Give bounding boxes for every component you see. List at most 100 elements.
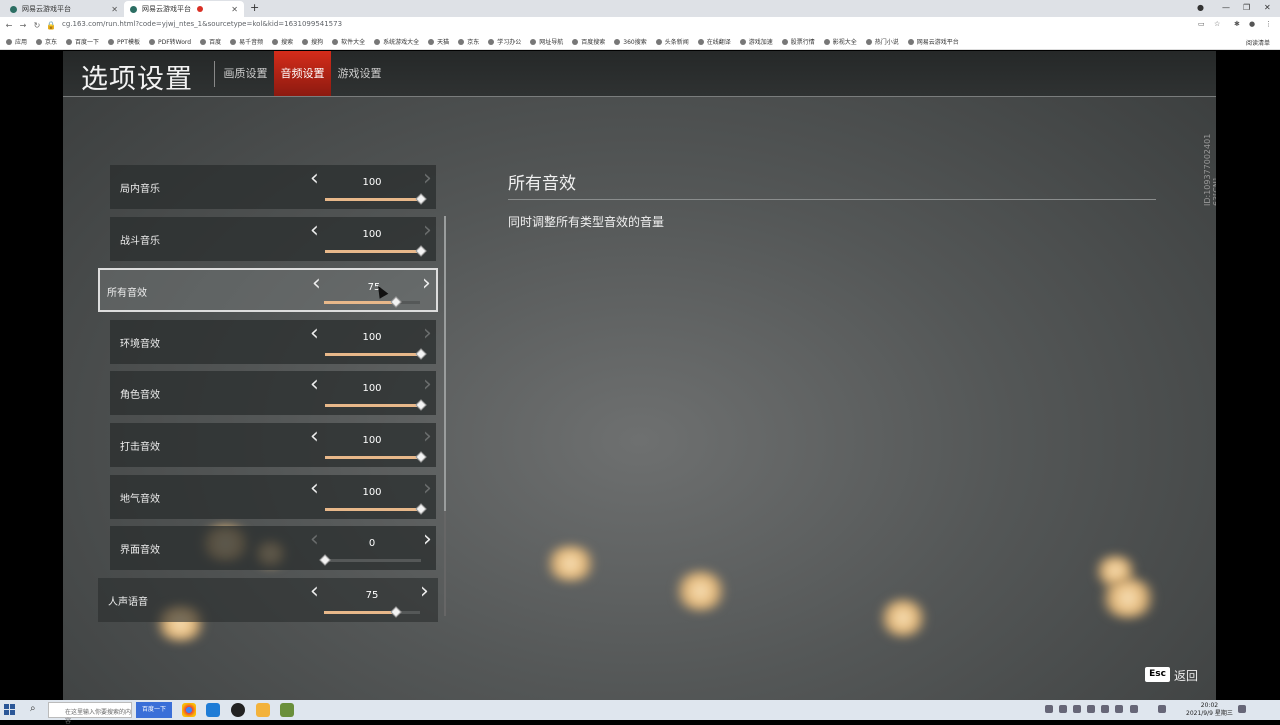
increase-arrow-icon[interactable]: › [423, 477, 432, 499]
bookmark-item[interactable]: 学习办公 [488, 37, 521, 46]
close-window-icon[interactable]: ✕ [1264, 3, 1271, 12]
increase-arrow-icon[interactable]: › [423, 219, 432, 241]
volume-slider[interactable] [324, 606, 420, 618]
browser-tab[interactable]: 网易云游戏平台 ✕ [4, 1, 124, 17]
url-field[interactable]: cg.163.com/run.html?code=yjwj_ntes_1&sou… [62, 20, 342, 28]
slider-handle[interactable] [390, 606, 402, 618]
setting-row[interactable]: 局内音乐 ‹ › 100 [110, 165, 436, 209]
bookmark-item[interactable]: 热门小说 [865, 37, 899, 46]
bookmark-item[interactable]: 京东 [36, 37, 57, 46]
increase-arrow-icon[interactable]: › [423, 322, 432, 344]
bookmark-star-icon[interactable]: ☆ [1214, 20, 1220, 28]
close-tab-icon[interactable]: ✕ [111, 5, 118, 14]
tray-icon[interactable] [1059, 705, 1067, 713]
network-icon[interactable] [1115, 705, 1123, 713]
volume-slider[interactable] [325, 193, 427, 205]
maximize-icon[interactable]: ❐ [1243, 3, 1250, 12]
tray-icon[interactable] [1101, 705, 1109, 713]
search-icon[interactable]: ⌕ [30, 703, 36, 714]
increase-arrow-icon[interactable]: › [422, 273, 431, 295]
windows-start-icon[interactable] [4, 704, 15, 715]
slider-handle[interactable] [415, 244, 427, 257]
tray-icon[interactable] [1045, 705, 1053, 713]
increase-arrow-icon[interactable]: › [423, 426, 432, 448]
bookmark-item[interactable]: 网易云游戏平台 [907, 37, 959, 46]
decrease-arrow-icon[interactable]: ‹ [310, 374, 319, 396]
slider-handle[interactable] [415, 399, 427, 412]
bookmark-item[interactable]: 股票行情 [781, 37, 815, 46]
menu-icon[interactable]: ⋮ [1265, 20, 1272, 28]
bookmark-item[interactable]: 360搜索 [614, 37, 647, 46]
setting-row[interactable]: 人声语音 ‹ › 75 [98, 577, 438, 622]
volume-slider[interactable] [319, 554, 421, 566]
bookmark-item[interactable]: PPT模板 [108, 37, 140, 46]
baidu-search-button[interactable]: 百度一下 [136, 702, 172, 718]
settings-scroll-thumb[interactable] [444, 216, 446, 511]
setting-row[interactable]: 环境音效 ‹ › 100 [110, 319, 436, 364]
minimize-icon[interactable]: — [1222, 3, 1230, 12]
bookmark-item[interactable]: 应用 [6, 37, 27, 46]
increase-arrow-icon[interactable]: › [420, 580, 429, 602]
tab-audio[interactable]: 音频设置 [274, 51, 331, 96]
slider-handle[interactable] [415, 348, 427, 360]
volume-slider[interactable] [324, 296, 420, 308]
decrease-arrow-icon[interactable]: ‹ [310, 168, 319, 190]
taskbar-clock[interactable]: 20:02 2021/9/9 星期三 [1186, 702, 1233, 718]
decrease-arrow-icon[interactable]: ‹ [310, 426, 319, 448]
slider-handle[interactable] [319, 554, 331, 566]
tab-graphics[interactable]: 画质设置 [217, 51, 274, 96]
decrease-arrow-icon[interactable]: ‹ [310, 529, 319, 551]
close-tab-icon[interactable]: ✕ [231, 5, 238, 14]
volume-slider[interactable] [325, 244, 427, 257]
bookmark-item[interactable]: 头条新闻 [655, 37, 689, 46]
bookmark-item[interactable]: 百度一下 [66, 37, 99, 46]
back-button[interactable]: 返回 [1174, 667, 1198, 684]
tray-icon[interactable] [1087, 705, 1095, 713]
reload-icon[interactable]: ↻ [30, 21, 44, 30]
bookmark-item[interactable]: 易千音频 [230, 37, 263, 46]
bookmark-item[interactable]: 京东 [458, 37, 479, 46]
bookmark-item[interactable]: 搜狗 [302, 37, 323, 46]
volume-slider[interactable] [325, 348, 427, 360]
bookmark-item[interactable]: 网址导航 [530, 37, 563, 46]
tab-gameplay[interactable]: 游戏设置 [331, 51, 388, 96]
slider-handle[interactable] [415, 451, 427, 463]
esc-key-hint[interactable]: Esc [1145, 667, 1170, 682]
cast-icon[interactable]: ▭ [1198, 20, 1205, 28]
increase-arrow-icon[interactable]: › [423, 168, 432, 190]
ime-icon[interactable] [1158, 705, 1166, 713]
setting-row[interactable]: 战斗音乐 ‹ › 100 [110, 216, 436, 261]
decrease-arrow-icon[interactable]: ‹ [310, 580, 319, 602]
extensions-icon[interactable]: ✱ [1234, 20, 1240, 28]
taskbar-search-input[interactable]: 在这里输入你要搜索的内容 [48, 702, 132, 725]
back-icon[interactable]: ← [2, 21, 16, 30]
bookmark-item[interactable]: 百度搜索 [572, 37, 605, 46]
bookmark-item[interactable]: 软件大全 [332, 37, 365, 46]
forward-icon[interactable]: → [16, 21, 30, 30]
decrease-arrow-icon[interactable]: ‹ [310, 477, 319, 499]
folder-app-icon[interactable] [256, 703, 270, 717]
browser-tab-active[interactable]: 网易云游戏平台 ✕ [124, 1, 244, 17]
profile-icon[interactable]: ● [1249, 20, 1255, 28]
slider-handle[interactable] [390, 296, 402, 308]
volume-icon[interactable] [1130, 705, 1138, 713]
increase-arrow-icon[interactable]: › [423, 374, 432, 396]
decrease-arrow-icon[interactable]: ‹ [310, 219, 319, 241]
bookmark-item[interactable]: 搜索 [272, 37, 293, 46]
bookmark-item[interactable]: 在线翻译 [697, 37, 731, 46]
volume-slider[interactable] [325, 451, 427, 463]
setting-row[interactable]: 地气音效 ‹ › 100 [110, 474, 436, 519]
bookmark-item[interactable]: 天猫 [428, 37, 449, 46]
bookmark-item[interactable]: 游戏加速 [739, 37, 773, 46]
setting-row[interactable]: 界面音效 ‹ › 0 [110, 526, 436, 571]
bookmark-item[interactable]: 影视大全 [823, 37, 857, 46]
game-app-icon[interactable] [280, 703, 294, 717]
bookmark-item[interactable]: PDF转Word [148, 37, 191, 46]
slider-handle[interactable] [415, 502, 427, 515]
bookmark-item[interactable]: 系统游戏大全 [374, 37, 419, 46]
setting-row[interactable]: 角色音效 ‹ › 100 [110, 371, 436, 416]
tray-icon[interactable] [1073, 705, 1081, 713]
new-tab-icon[interactable]: + [250, 1, 259, 14]
volume-slider[interactable] [325, 399, 427, 412]
app-icon[interactable] [231, 703, 245, 717]
